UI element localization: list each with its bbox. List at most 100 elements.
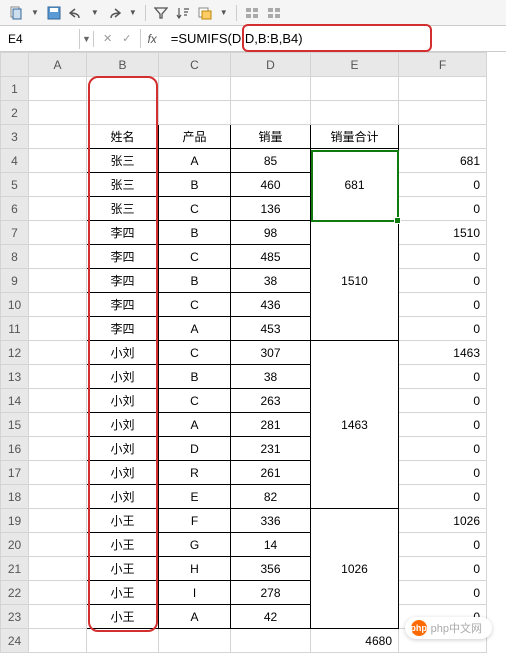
row-header[interactable]: 16	[1, 437, 29, 461]
cell-f[interactable]: 0	[399, 389, 487, 413]
cell-sales[interactable]: 336	[231, 509, 311, 533]
name-box-dropdown[interactable]: ▼	[80, 31, 94, 47]
cell[interactable]	[29, 101, 87, 125]
header-cell-total[interactable]: 销量合计	[311, 125, 399, 149]
cell-f[interactable]: 0	[399, 485, 487, 509]
cell-product[interactable]: H	[159, 557, 231, 581]
header-cell-sales[interactable]: 销量	[231, 125, 311, 149]
cell-f[interactable]: 0	[399, 413, 487, 437]
cell[interactable]	[399, 77, 487, 101]
cell-product[interactable]: R	[159, 461, 231, 485]
cell[interactable]	[29, 125, 87, 149]
cell[interactable]	[399, 101, 487, 125]
cell[interactable]	[231, 77, 311, 101]
cell[interactable]	[231, 629, 311, 653]
cell-product[interactable]: G	[159, 533, 231, 557]
cell[interactable]	[87, 101, 159, 125]
cell-sales[interactable]: 307	[231, 341, 311, 365]
redo-button[interactable]	[104, 5, 124, 21]
row-header[interactable]: 3	[1, 125, 29, 149]
cell-product[interactable]: A	[159, 605, 231, 629]
col-header-B[interactable]: B	[87, 53, 159, 77]
cell[interactable]	[29, 221, 87, 245]
cell-name[interactable]: 李四	[87, 245, 159, 269]
col-header-A[interactable]: A	[29, 53, 87, 77]
col-header-F[interactable]: F	[399, 53, 487, 77]
cell[interactable]	[29, 341, 87, 365]
cell-product[interactable]: A	[159, 413, 231, 437]
row-header[interactable]: 1	[1, 77, 29, 101]
paste-dropdown[interactable]: ▼	[28, 6, 42, 19]
cell-name[interactable]: 小刘	[87, 485, 159, 509]
cell-name[interactable]: 小刘	[87, 437, 159, 461]
cell-name[interactable]: 小刘	[87, 389, 159, 413]
row-header[interactable]: 20	[1, 533, 29, 557]
confirm-formula-button[interactable]: ✓	[117, 29, 136, 48]
row-header[interactable]: 9	[1, 269, 29, 293]
cell-sales[interactable]: 38	[231, 365, 311, 389]
cell-product[interactable]: C	[159, 389, 231, 413]
cell-f[interactable]: 0	[399, 173, 487, 197]
cell-product[interactable]: A	[159, 317, 231, 341]
header-cell-name[interactable]: 姓名	[87, 125, 159, 149]
cell-product[interactable]: F	[159, 509, 231, 533]
cell-product[interactable]: C	[159, 293, 231, 317]
spreadsheet-grid[interactable]: A B C D E F 123姓名产品销量销量合计4张三A856816815张三…	[0, 52, 487, 653]
row-header[interactable]: 7	[1, 221, 29, 245]
cell[interactable]	[311, 77, 399, 101]
cell-f[interactable]: 0	[399, 461, 487, 485]
cell-product[interactable]: D	[159, 437, 231, 461]
cancel-formula-button[interactable]: ✕	[98, 29, 117, 48]
cell[interactable]	[29, 605, 87, 629]
save-button[interactable]	[44, 4, 64, 22]
cell-product[interactable]: B	[159, 221, 231, 245]
cell-name[interactable]: 张三	[87, 197, 159, 221]
cell-sales[interactable]: 436	[231, 293, 311, 317]
name-box[interactable]: E4	[0, 29, 80, 49]
row-header[interactable]: 17	[1, 461, 29, 485]
cell-f[interactable]: 1463	[399, 341, 487, 365]
spreadsheet-area[interactable]: A B C D E F 123姓名产品销量销量合计4张三A856816815张三…	[0, 52, 506, 653]
cell-total[interactable]: 1026	[311, 509, 399, 629]
cell-f[interactable]: 0	[399, 245, 487, 269]
cell-name[interactable]: 李四	[87, 269, 159, 293]
cell-name[interactable]: 张三	[87, 173, 159, 197]
cell[interactable]	[29, 557, 87, 581]
cell[interactable]	[29, 293, 87, 317]
cell[interactable]	[29, 149, 87, 173]
cell[interactable]	[29, 173, 87, 197]
row-header[interactable]: 18	[1, 485, 29, 509]
cell-name[interactable]: 李四	[87, 221, 159, 245]
paste-button[interactable]	[6, 4, 26, 22]
cell-name[interactable]: 小王	[87, 557, 159, 581]
cell-f[interactable]: 0	[399, 317, 487, 341]
cell-sales[interactable]: 460	[231, 173, 311, 197]
cell-f[interactable]: 0	[399, 269, 487, 293]
cell-sales[interactable]: 42	[231, 605, 311, 629]
cell-f[interactable]: 0	[399, 293, 487, 317]
row-header[interactable]: 10	[1, 293, 29, 317]
cell-total[interactable]: 1510	[311, 221, 399, 341]
cell-sales[interactable]: 38	[231, 269, 311, 293]
cell-name[interactable]: 小王	[87, 509, 159, 533]
cell[interactable]	[159, 77, 231, 101]
sort-button[interactable]	[173, 4, 193, 22]
cell[interactable]	[87, 629, 159, 653]
cell-f[interactable]: 1510	[399, 221, 487, 245]
row-header[interactable]: 13	[1, 365, 29, 389]
col-header-C[interactable]: C	[159, 53, 231, 77]
cell-sales[interactable]: 98	[231, 221, 311, 245]
cell-f[interactable]: 1026	[399, 509, 487, 533]
cell-name[interactable]: 小王	[87, 605, 159, 629]
cell[interactable]	[29, 389, 87, 413]
cell[interactable]	[29, 485, 87, 509]
filter-button[interactable]	[151, 4, 171, 22]
options1-button[interactable]	[242, 4, 262, 22]
cell-name[interactable]: 小王	[87, 533, 159, 557]
cell[interactable]	[231, 101, 311, 125]
undo-button[interactable]	[66, 5, 86, 21]
options2-button[interactable]	[264, 4, 284, 22]
cell-sales[interactable]: 278	[231, 581, 311, 605]
row-header[interactable]: 5	[1, 173, 29, 197]
row-header[interactable]: 23	[1, 605, 29, 629]
